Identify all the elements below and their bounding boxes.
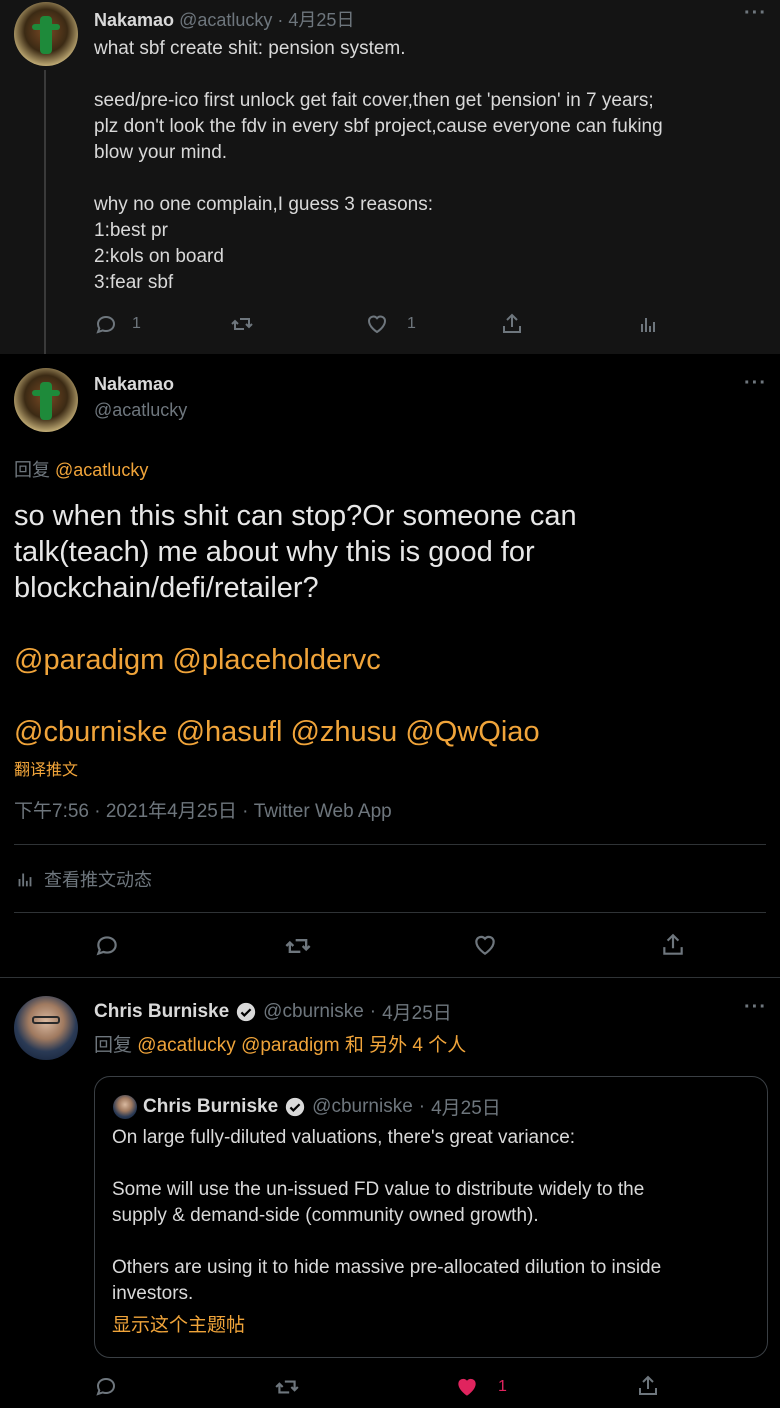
avatar[interactable] [14, 996, 78, 1060]
tweet-text: so when this shit can stop?Or someone ca… [14, 498, 577, 750]
verified-badge-icon [285, 1097, 305, 1116]
reply-icon [96, 1377, 116, 1396]
share-button[interactable] [636, 1374, 660, 1403]
retweet-icon [275, 1380, 299, 1394]
retweet-button[interactable] [230, 312, 254, 341]
author-handle[interactable]: @acatlucky [179, 10, 272, 30]
text-line: 2:kols on board [94, 246, 224, 267]
avatar[interactable] [14, 2, 78, 66]
reply-others[interactable]: 和 另外 4 个人 [345, 1035, 466, 1056]
reply-button[interactable] [94, 932, 120, 963]
more-icon[interactable]: ··· [744, 2, 767, 25]
text-line: 1:best pr [94, 220, 168, 241]
reply-mention[interactable]: @acatlucky [55, 460, 148, 480]
translate-link[interactable]: 翻译推文 [14, 756, 78, 780]
like-count: 1 [407, 315, 416, 332]
activity-label: 查看推文动态 [44, 870, 152, 890]
reply-prefix: 回复 [14, 460, 50, 480]
avatar [113, 1094, 137, 1119]
tweet-reply[interactable]: Chris Burniske @cburniske · 4月25日 ··· 回复… [0, 978, 780, 1408]
avatar[interactable] [14, 368, 78, 432]
author-handle[interactable]: @acatlucky [94, 400, 187, 421]
text-line: what sbf create shit: pension system. [94, 38, 406, 59]
tweet-date: 4月25日 [431, 1098, 501, 1119]
show-thread-link[interactable]: 显示这个主题帖 [112, 1313, 661, 1339]
retweet-icon [285, 939, 311, 953]
heart-icon [475, 935, 495, 955]
tweet-focused: Nakamao @acatlucky ··· 回复 @acatlucky so … [0, 354, 780, 978]
author-name: Chris Burniske [143, 1095, 279, 1117]
more-icon[interactable]: ··· [744, 996, 767, 1019]
verified-badge-icon [236, 1002, 256, 1021]
analytics-icon [641, 318, 655, 332]
separator: · [418, 1095, 426, 1117]
share-button[interactable] [500, 312, 524, 341]
quote-text: On large fully-diluted valuations, there… [112, 1125, 661, 1339]
author-name[interactable]: Nakamao [94, 374, 174, 395]
quote-tweet-card[interactable]: Chris Burniske @cburniske · 4月25日 On lar… [94, 1076, 768, 1358]
tweet-meta: 下午7:56 · 2021年4月25日 · Twitter Web App [14, 801, 392, 822]
text-line: On large fully-diluted valuations, there… [112, 1127, 576, 1148]
thread-line [44, 70, 46, 362]
text-line: why no one complain,I guess 3 reasons: [94, 194, 434, 215]
text-line: so when this shit can stop?Or someone ca… [14, 500, 577, 532]
text-line: Others are using it to hide massive pre-… [112, 1257, 662, 1278]
activity-link[interactable]: 查看推文动态 [14, 866, 152, 892]
like-count: 1 [498, 1378, 507, 1395]
analytics-button[interactable] [636, 312, 660, 341]
retweet-button[interactable] [284, 932, 312, 965]
mentions-line[interactable]: @cburniske @hasufl @zhusu @QwQiao [14, 714, 577, 750]
reply-context: 回复 @acatlucky @paradigm 和 另外 4 个人 [94, 1030, 466, 1057]
like-button[interactable]: 1 [365, 312, 416, 336]
text-line: blockchain/defi/retailer? [14, 572, 319, 604]
share-icon [503, 313, 521, 333]
reply-icon [96, 315, 116, 334]
text-line: investors. [112, 1283, 194, 1304]
reply-icon [96, 936, 117, 956]
divider [14, 844, 766, 845]
reply-button[interactable] [94, 1374, 118, 1403]
author-name[interactable]: Chris Burniske [94, 1001, 229, 1023]
mentions-line[interactable]: @paradigm @placeholdervc [14, 642, 577, 678]
reply-prefix: 回复 [94, 1035, 133, 1056]
divider [14, 912, 766, 913]
like-button[interactable] [472, 932, 498, 963]
more-icon[interactable]: ··· [744, 372, 767, 395]
reply-count: 1 [132, 315, 141, 332]
tweet-date[interactable]: 4月25日 [382, 998, 452, 1025]
reply-button[interactable]: 1 [94, 312, 141, 336]
text-line: supply & demand-side (community owned gr… [112, 1205, 539, 1226]
separator: · [277, 10, 284, 30]
share-button[interactable] [660, 932, 686, 963]
separator: · [369, 1000, 377, 1022]
retweet-icon [231, 318, 253, 330]
author-handle[interactable]: @cburniske [263, 1001, 364, 1023]
share-icon [639, 1375, 657, 1395]
text-line: 3:fear sbf [94, 272, 174, 293]
share-icon [663, 933, 683, 955]
author-handle: @cburniske [312, 1095, 413, 1117]
text-line: seed/pre-ico first unlock get fait cover… [94, 90, 654, 111]
heart-icon [367, 315, 387, 334]
analytics-icon [18, 873, 32, 887]
tweet-date[interactable]: 4月25日 [288, 10, 354, 30]
tweet-parent[interactable]: Nakamao @acatlucky · 4月25日 ··· what sbf … [0, 0, 780, 362]
text-line: plz don't look the fdv in every sbf proj… [94, 116, 663, 137]
text-line: blow your mind. [94, 142, 228, 163]
text-line: talk(teach) me about why this is good fo… [14, 536, 535, 568]
tweet-text: what sbf create shit: pension system. se… [94, 36, 663, 296]
author-name[interactable]: Nakamao [94, 10, 174, 30]
heart-filled-icon [458, 1378, 476, 1396]
like-button[interactable]: 1 [454, 1374, 507, 1400]
reply-context: 回复 @acatlucky [14, 456, 148, 482]
retweet-button[interactable] [274, 1374, 300, 1405]
text-line: Some will use the un-issued FD value to … [112, 1179, 645, 1200]
reply-mentions[interactable]: @acatlucky @paradigm [137, 1035, 339, 1056]
